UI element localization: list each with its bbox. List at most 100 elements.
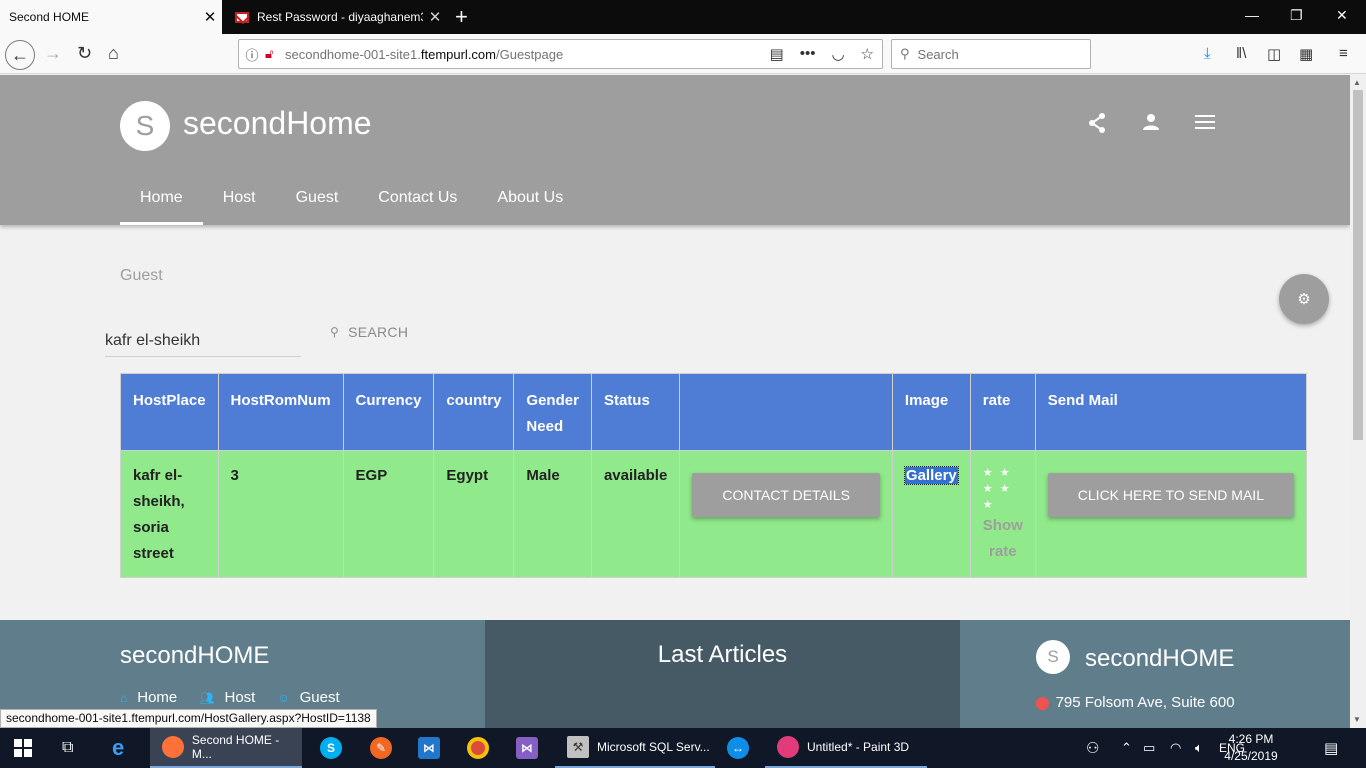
sql-server-icon: ⚒ [567,736,589,758]
column-header: Send Mail [1034,373,1307,451]
menu-item-home[interactable]: Home [120,181,203,225]
map-pin-icon: ⬤ [1035,695,1050,710]
wifi-icon[interactable]: ◠ [1170,728,1181,768]
cell-rate: ★ ★ ★ ★ ★ Show rate [969,450,1036,578]
footer-contact: S secondHOME ⬤ 795 Folsom Ave, Suite 600 [960,620,1350,728]
search-button[interactable]: ⚲ SEARCH [330,324,408,340]
scroll-up-icon[interactable]: ▲ [1353,78,1361,87]
task-view-icon[interactable]: ⧉ [62,728,73,768]
people-icon: 👥︎ [199,691,215,705]
close-tab-icon[interactable]: ✕ [423,8,447,26]
page-actions-icon[interactable]: ••• [800,45,816,63]
windows-start-icon[interactable] [14,728,32,768]
home-icon[interactable]: ⌂ [108,43,119,64]
cell-currency: EGP [342,450,435,578]
tab-title: Second HOME [9,10,90,24]
sidebar-icon[interactable]: ◫ [1267,45,1281,63]
restore-icon[interactable]: ❐ [1290,7,1303,24]
cell-host-rom-num: 3 [217,450,344,578]
show-rate-link[interactable]: Show rate [983,513,1023,565]
cell-image: Gallery [891,450,971,578]
cell-status: available [590,450,681,578]
insecure-lock-icon[interactable]: 🔓︎ [265,46,285,62]
reader-view-icon[interactable]: ▤ [770,45,784,63]
close-tab-icon[interactable]: ✕ [198,8,222,26]
search-placeholder: Search [917,46,959,62]
user-icon[interactable] [1142,113,1160,137]
url-bar[interactable]: ⓘ 🔓︎ secondhome-001-site1.ftempurl.com/G… [238,39,883,69]
action-center-icon[interactable]: ▤ [1324,728,1338,768]
site-logo-text[interactable]: secondHome [183,105,372,142]
main-menu: Home Host Guest Contact Us About Us [120,181,583,225]
taskbar-app-sql-server[interactable]: ⚒ Microsoft SQL Serv... [555,728,715,768]
visual-studio-icon[interactable]: ⋈ [516,728,538,768]
menu-item-contact-us[interactable]: Contact Us [358,181,477,223]
search-icon: ⚲ [330,325,340,339]
share-icon[interactable] [1088,113,1106,139]
cell-contact: CONTACT DETAILS [679,450,893,578]
footer-link-home[interactable]: ⌂ Home [120,689,177,706]
menu-item-guest[interactable]: Guest [276,181,359,223]
info-icon[interactable]: ⓘ [239,45,265,64]
paint-brush-icon[interactable]: ✎ [370,728,392,768]
browser-tab-bar: Second HOME ✕ Rest Password - diyaaghane… [0,0,1366,34]
settings-fab[interactable]: ⚙ [1279,274,1329,324]
minimize-icon[interactable]: — [1245,7,1259,23]
library-icon[interactable]: ‖\ [1236,45,1246,62]
taskbar-app-paint3d[interactable]: Untitled* - Paint 3D [765,728,927,768]
hamburger-menu-icon[interactable] [1195,113,1215,136]
cell-country: Egypt [433,450,515,578]
reload-icon[interactable]: ↻ [77,43,92,64]
link-status-bar: secondhome-001-site1.ftempurl.com/HostGa… [0,709,377,728]
browser-search-input[interactable]: ⚲ Search [891,39,1091,69]
column-header: rate [969,373,1036,451]
url-text: secondhome-001-site1.ftempurl.com/Guestp… [285,46,564,62]
column-header [679,373,893,451]
close-window-icon[interactable]: ✕ [1336,7,1348,24]
page-scrollbar[interactable]: ▲ ▼ [1350,75,1366,728]
footer-articles: Last Articles [485,620,960,728]
new-tab-icon[interactable]: + [455,4,468,30]
scroll-thumb[interactable] [1353,90,1363,440]
chrome-icon[interactable] [467,728,489,768]
column-header: Status [590,373,681,451]
open-menu-icon[interactable]: ≡ [1339,45,1348,62]
column-header: country [433,373,515,451]
rating-stars[interactable]: ★ ★ ★ ★ ★ [983,465,1023,513]
visual-studio-code-icon[interactable]: ⋈ [418,728,440,768]
people-tray-icon[interactable]: ⚇ [1086,728,1099,768]
bookmark-star-icon[interactable]: ☆ [861,45,874,63]
clock[interactable]: 4:26 PM 4/25/2019 [1221,731,1281,765]
battery-icon[interactable]: ▭ [1143,728,1155,768]
gallery-link[interactable]: Gallery [903,466,959,485]
footer-link-host[interactable]: 👥︎ Host [199,689,255,706]
site-logo[interactable]: S [120,101,170,151]
menu-item-host[interactable]: Host [203,181,276,223]
forward-icon[interactable]: → [44,43,62,64]
pocket-icon[interactable]: ◡ [831,45,844,63]
web-page: S secondHome Home Host Guest Contact Us … [0,75,1350,728]
column-header: HostRomNum [217,373,344,451]
edge-icon[interactable]: e [112,728,124,768]
show-hidden-icons[interactable]: ⌃ [1121,728,1132,768]
taskbar-app-firefox[interactable]: Second HOME - M... [150,728,302,768]
site-header: S secondHome Home Host Guest Contact Us … [0,75,1350,225]
place-search-input[interactable] [105,325,301,357]
tab-second-home[interactable]: Second HOME ✕ [0,0,222,34]
scroll-down-icon[interactable]: ▼ [1353,715,1361,724]
volume-icon[interactable]: 🔈︎ [1195,728,1203,768]
extension-icon[interactable]: ▦ [1299,45,1313,63]
footer-link-guest[interactable]: ☺ Guest [277,689,339,706]
contact-details-button[interactable]: CONTACT DETAILS [692,473,880,517]
footer-title: secondHOME [120,642,270,669]
menu-item-about-us[interactable]: About Us [477,181,583,223]
send-mail-button[interactable]: CLICK HERE TO SEND MAIL [1047,473,1294,517]
column-header: Gender Need [513,373,592,451]
browser-nav-bar: ← → ↻ ⌂ ⓘ 🔓︎ secondhome-001-site1.ftempu… [0,34,1366,74]
download-icon[interactable]: ⤓ [1204,45,1211,62]
tab-rest-password[interactable]: Rest Password - diyaaghanem3 ✕ [225,0,447,34]
clock-time: 4:26 PM [1228,732,1274,746]
back-icon[interactable]: ← [5,40,35,70]
skype-icon[interactable]: S [320,728,342,768]
teamviewer-icon[interactable]: ↔ [727,728,749,768]
